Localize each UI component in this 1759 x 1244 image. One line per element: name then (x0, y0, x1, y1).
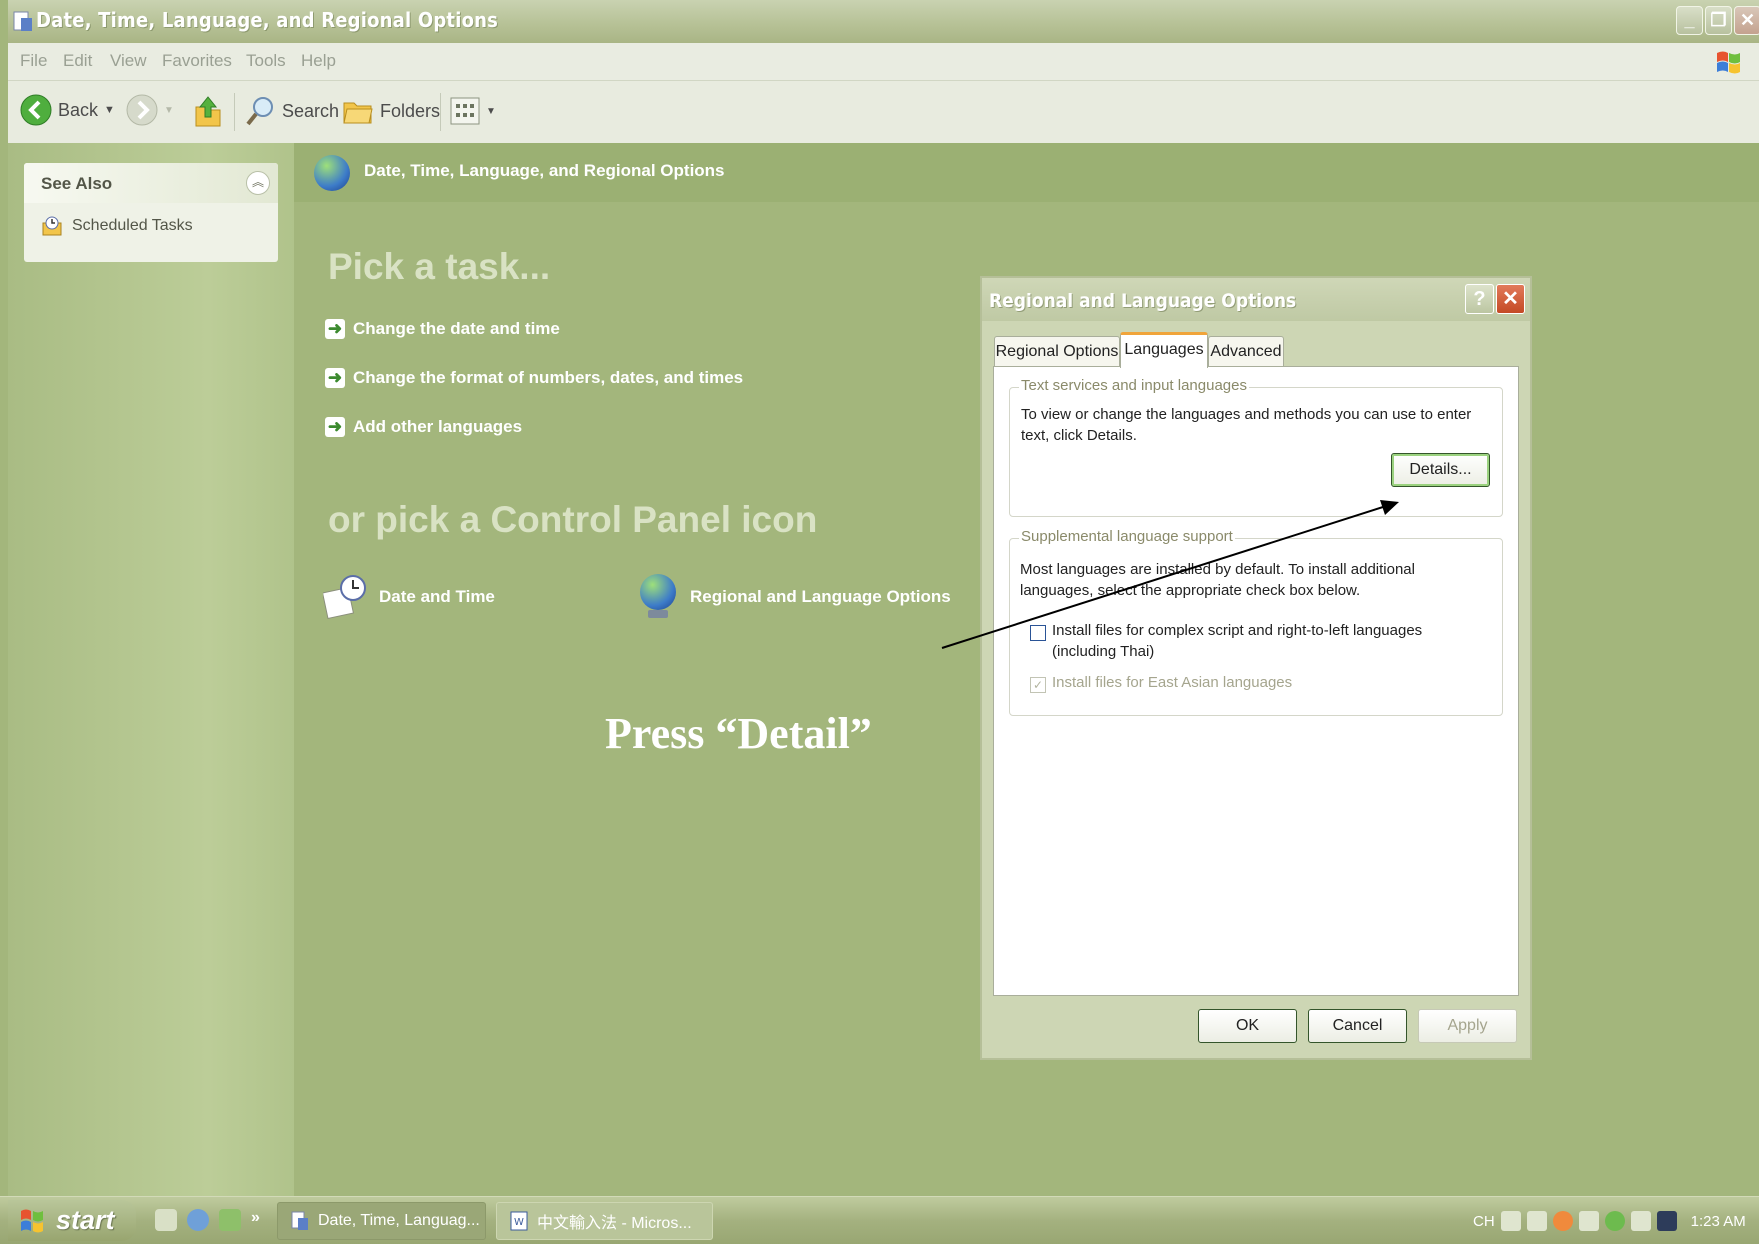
taskbar-button-word[interactable]: W 中文輸入法 - Micros... (496, 1202, 713, 1240)
security-icon[interactable] (1604, 1211, 1625, 1231)
svg-text:W: W (514, 1217, 524, 1228)
system-tray: CH 1:23 AM (1459, 1197, 1759, 1244)
start-label: start (56, 1205, 115, 1235)
explorer-window: Date, Time, Language, and Regional Optio… (0, 0, 1759, 1244)
tray-arrow-icon[interactable] (1552, 1211, 1573, 1231)
monitor-icon[interactable] (1656, 1211, 1677, 1231)
taskbar-button-control-panel[interactable]: Date, Time, Languag... (277, 1202, 486, 1240)
start-button[interactable]: start (8, 1200, 136, 1241)
windows-logo-icon (21, 1209, 43, 1232)
messenger-icon[interactable] (219, 1209, 241, 1231)
network-icon[interactable] (1630, 1211, 1651, 1231)
taskbar-button-label: 中文輸入法 - Micros... (537, 1215, 692, 1232)
language-indicator[interactable]: CH (1473, 1213, 1495, 1230)
word-document-icon: W (510, 1211, 528, 1231)
msn-icon[interactable] (155, 1209, 177, 1231)
volume-icon[interactable] (1578, 1211, 1599, 1231)
control-panel-icon (291, 1211, 308, 1230)
annotation-arrow (941, 500, 1399, 649)
clock: 1:23 AM (1690, 1212, 1746, 1230)
tab-languages[interactable]: Languages (1120, 332, 1208, 368)
quick-launch-chevron[interactable]: » (251, 1209, 260, 1231)
taskbar: start » Date, Time, Languag... W 中文輸入法 -… (0, 1196, 1759, 1244)
annotation-text: Press “Detail” (605, 709, 872, 758)
help-icon[interactable] (1526, 1211, 1547, 1231)
internet-explorer-icon[interactable] (187, 1209, 209, 1231)
quick-launch: » (155, 1209, 260, 1231)
input-method-icon[interactable] (1500, 1211, 1521, 1231)
taskbar-button-label: Date, Time, Languag... (318, 1212, 480, 1229)
